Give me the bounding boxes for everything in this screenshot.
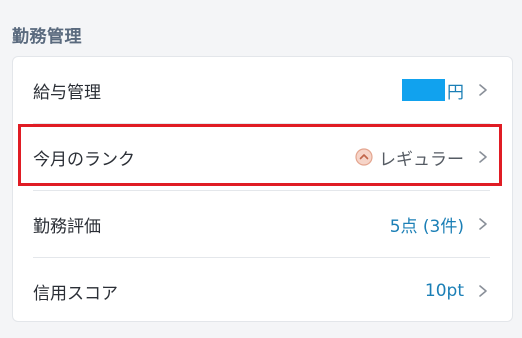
credit-score-value: 10pt [424,281,464,301]
work-evaluation-label: 勤務評価 [33,216,101,237]
credit-score-row[interactable]: 信用スコア 10pt [13,258,512,324]
rank-up-icon [355,148,373,166]
credit-score-label: 信用スコア [33,283,118,304]
work-management-card: 給与管理 円 今月のランク レギュラー 勤務評価 5点 (3件) 信用スコア 1… [12,56,513,322]
chevron-right-icon [479,84,487,96]
salary-management-row[interactable]: 給与管理 円 [13,57,512,123]
monthly-rank-label: 今月のランク [33,149,135,170]
redacted-amount [402,79,445,101]
chevron-right-icon [479,151,487,163]
page: 勤務管理 給与管理 円 今月のランク レギュラー 勤務評価 5点 (3件) 信用… [0,0,522,338]
credit-score-value-group: 10pt [425,258,490,324]
work-evaluation-value-group: 5点 (3件) [390,191,490,257]
monthly-rank-value: レギュラー [379,149,464,170]
section-title: 勤務管理 [12,27,82,47]
salary-management-label: 給与管理 [33,82,101,103]
salary-currency-unit: 円 [447,82,464,103]
work-evaluation-row[interactable]: 勤務評価 5点 (3件) [13,191,512,257]
chevron-right-icon [479,285,487,297]
chevron-right-icon [479,218,487,230]
monthly-rank-value-group: レギュラー [355,124,490,190]
monthly-rank-row[interactable]: 今月のランク レギュラー [13,124,512,190]
salary-management-value-group: 円 [402,57,490,123]
work-evaluation-value: 5点 (3件) [389,216,464,237]
